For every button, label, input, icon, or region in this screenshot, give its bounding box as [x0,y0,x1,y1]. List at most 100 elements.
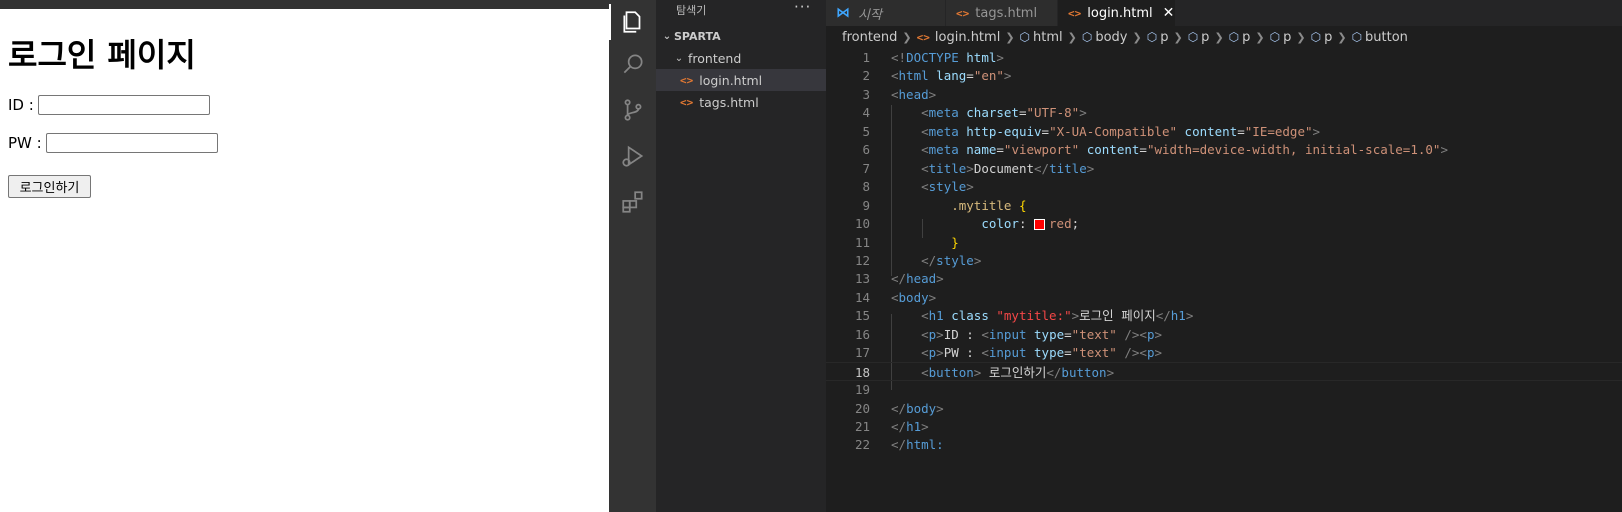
code-text: <p>ID : <input type="text" /><p> [891,325,1162,344]
explorer-sidebar: 탐색기 ··· ⌄ SPARTA ⌄ frontend <> login.htm… [656,0,826,512]
code-token: </ [1155,308,1171,323]
file-row-tags[interactable]: <> tags.html [656,91,826,113]
login-button[interactable]: 로그인하기 [8,175,91,198]
code-line[interactable]: 17 <p>PW : <input type="text" /><p> [826,343,1622,362]
code-line[interactable]: 1 <!DOCTYPE html> [826,48,1622,67]
extensions-icon[interactable] [609,180,656,224]
file-label: login.html [699,72,763,88]
breadcrumb-item[interactable]: login.html [935,30,1000,45]
breadcrumb-item[interactable]: p [1242,30,1250,45]
id-label: ID : [8,96,34,114]
code-token: http-equiv [966,124,1042,139]
pw-input[interactable] [45,133,218,153]
tab-tags-html[interactable]: <> tags.html [946,0,1058,26]
code-line[interactable]: 9 .mytitle { [826,196,1622,215]
code-token: < [921,161,929,176]
code-token: </ [891,401,907,416]
code-token: 로그인 페이지 [1079,308,1156,323]
tab-bar: ⋈ 시작 <> tags.html <> login.html ✕ [826,0,1622,26]
code-line[interactable]: 13 </head> [826,269,1622,288]
breadcrumb-item[interactable]: p [1283,30,1291,45]
tab-label: tags.html [975,5,1038,21]
tab-label: 시작 [858,7,882,23]
code-token: : [1018,216,1035,231]
chevron-right-icon: ❯ [1132,30,1142,44]
more-actions-icon[interactable]: ··· [794,0,811,16]
code-text: <head> [891,85,936,104]
code-token: = [1064,345,1072,360]
tab-login-html[interactable]: <> login.html ✕ [1058,0,1176,26]
id-input[interactable] [37,95,210,115]
code-token: body [906,401,937,416]
folder-row[interactable]: ⌄ frontend [656,47,826,69]
code-line[interactable]: 14 <body> [826,288,1622,307]
breadcrumb-item[interactable]: p [1160,30,1168,45]
code-token: "viewport" [1003,142,1087,157]
code-line[interactable]: 18 <button> 로그인하기</button> [826,362,1622,381]
code-line[interactable]: 4 <meta charset="UTF-8"> [826,103,1622,122]
code-token: > [1440,142,1448,157]
chevron-right-icon: ❯ [1337,30,1347,44]
code-line[interactable]: 11 } [826,233,1622,252]
code-line[interactable]: 3 <head> [826,85,1622,104]
code-token: < [921,365,929,380]
code-token: = [1064,327,1072,342]
page-heading: 로그인 페이지 [8,36,196,74]
line-number: 17 [854,345,870,360]
code-text: } [891,233,959,252]
file-row-login[interactable]: <> login.html [656,69,826,91]
run-debug-icon[interactable] [609,134,656,178]
breadcrumb-item[interactable]: frontend [842,30,897,45]
code-text: <html lang="en"> [891,66,1011,85]
code-line[interactable]: 22 </html: [826,435,1622,454]
code-token: </ [1034,161,1050,176]
code-token: > [1086,161,1095,176]
code-line[interactable]: 21 </h1> [826,417,1622,436]
breadcrumb-item[interactable]: p [1324,30,1332,45]
code-token: .mytitle [951,198,1019,213]
explorer-icon[interactable] [609,0,656,44]
code-token: > [928,87,937,102]
breadcrumb-item[interactable]: p [1201,30,1209,45]
chevron-down-icon: ⌄ [674,52,684,64]
code-line[interactable]: 2 <html lang="en"> [826,66,1622,85]
line-number: 1 [862,50,870,65]
line-number: 19 [854,382,870,397]
close-icon[interactable]: ✕ [1163,5,1175,21]
code-token: < [891,87,899,102]
chevron-right-icon: ❯ [1214,30,1224,44]
code-editor[interactable]: 1 <!DOCTYPE html> 2 <html lang="en"> 3 <head>… [826,48,1622,512]
code-token: input [988,327,1035,342]
code-line[interactable]: 20 </body> [826,399,1622,418]
code-token: </ [921,253,937,268]
code-text: <h1 class "mytitle:">로그인 페이지</h1> [891,306,1193,325]
folder-label: frontend [688,50,742,66]
code-line[interactable]: 10 color: red; [826,214,1622,233]
source-control-icon[interactable] [609,88,656,132]
tab-welcome[interactable]: ⋈ 시작 [826,0,946,26]
workspace-row[interactable]: ⌄ SPARTA [656,25,826,47]
code-token: < [981,327,989,342]
code-text: </head> [891,269,944,288]
code-line[interactable]: 5 <meta http-equiv="X-UA-Compatible" con… [826,122,1622,141]
element-icon: ⬡ [1081,30,1093,44]
chevron-right-icon: ❯ [1005,30,1015,44]
code-text: .mytitle { [891,196,1026,215]
code-line[interactable]: 6 <meta name="viewport" content="width=d… [826,140,1622,159]
code-line[interactable]: 8 <style> [826,177,1622,196]
code-line[interactable]: 7 <title>Document</title> [826,159,1622,178]
breadcrumb-item[interactable]: button [1365,30,1408,45]
breadcrumb-item[interactable]: body [1095,30,1127,45]
code-line[interactable]: 16 <p>ID : <input type="text" /><p> [826,325,1622,344]
code-line[interactable]: 19 [826,380,1622,399]
code-token: = [1041,124,1050,139]
search-icon[interactable] [609,42,656,86]
workspace-label: SPARTA [674,29,721,43]
code-line[interactable]: 12 </style> [826,251,1622,270]
code-line[interactable]: 15 <h1 class "mytitle:">로그인 페이지</h1> [826,306,1622,325]
breadcrumb-item[interactable]: html [1033,30,1063,45]
code-token: "en" [973,68,1004,83]
